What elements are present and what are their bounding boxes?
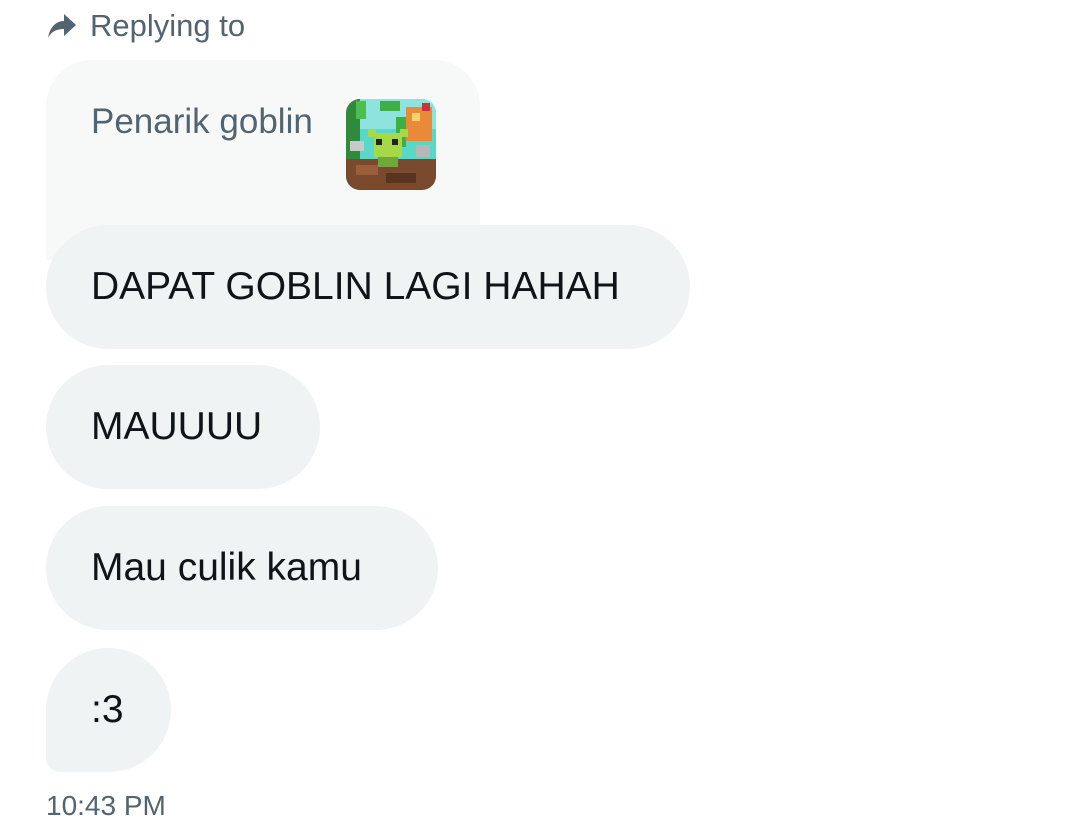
message-bubble[interactable]: Mau culik kamu: [46, 506, 438, 630]
message-text: MAUUUU: [91, 405, 263, 448]
message-bubble[interactable]: DAPAT GOBLIN LAGI HAHAH: [46, 225, 690, 349]
quoted-message-text: Penarik goblin: [91, 102, 313, 141]
replying-to-label: Replying to: [90, 8, 246, 43]
message-text: DAPAT GOBLIN LAGI HAHAH: [91, 265, 620, 308]
message-timestamp: 10:43 PM: [46, 790, 166, 821]
message-text: :3: [91, 688, 124, 731]
message-bubble[interactable]: :3: [46, 648, 171, 772]
message-text: Mau culik kamu: [91, 546, 362, 589]
replying-to-header: Replying to: [44, 6, 245, 46]
quoted-message-thumbnail[interactable]: [346, 99, 436, 190]
message-bubble[interactable]: MAUUUU: [46, 365, 320, 489]
reply-arrow-icon: [44, 9, 78, 43]
